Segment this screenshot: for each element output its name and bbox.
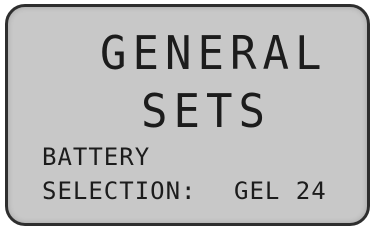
battery-selection-value: GEL 24 [234, 177, 327, 205]
menu-title-line1: GENERAL [100, 26, 328, 81]
setting-label-line2: SELECTION: [42, 177, 197, 205]
setting-label-line1: BATTERY [42, 143, 151, 171]
lcd-screen: GENERAL SETS BATTERY SELECTION: GEL 24 [5, 4, 370, 226]
menu-title-line2: SETS [141, 84, 271, 139]
